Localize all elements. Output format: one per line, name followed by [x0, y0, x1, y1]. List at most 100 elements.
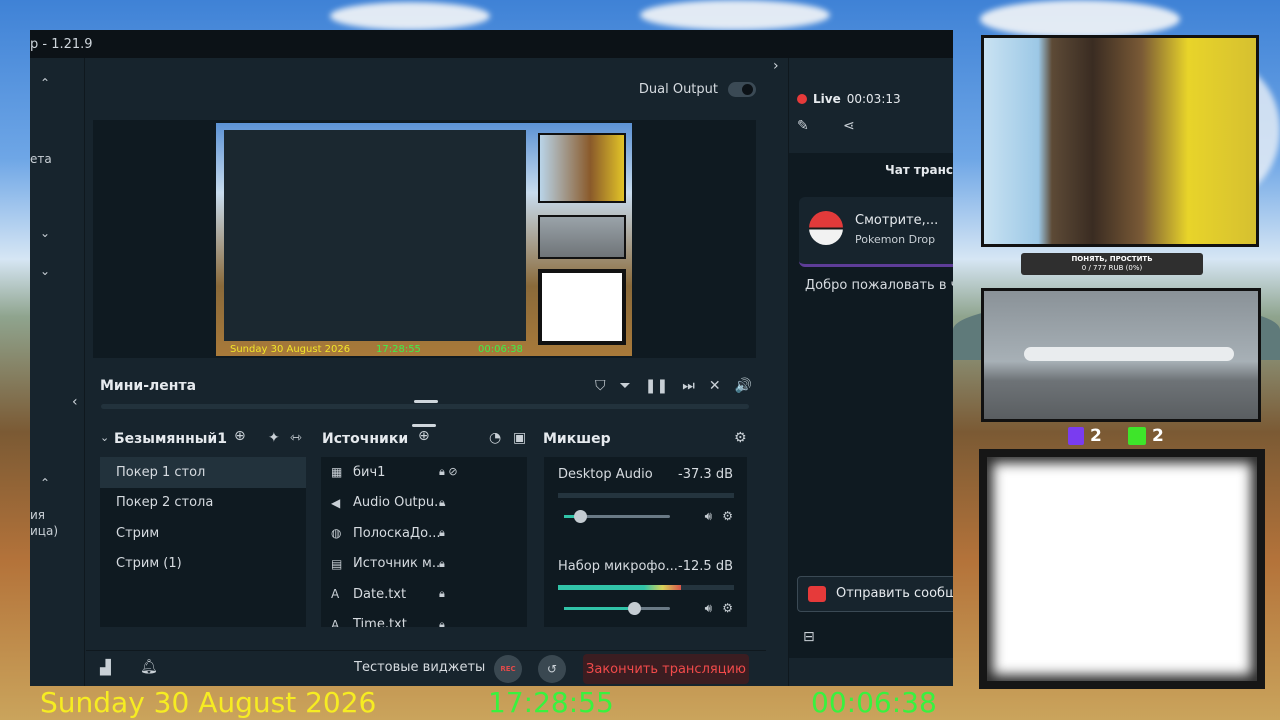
- lock-icon[interactable]: 🔒︎: [439, 496, 445, 510]
- source-item[interactable]: ▦ бич1 🔒︎ ⊘: [321, 457, 527, 488]
- preview-plane: [538, 215, 626, 259]
- rail-item[interactable]: ица): [30, 524, 58, 538]
- mini-feed-label: Мини-лента: [100, 378, 197, 394]
- globe-icon: ◍: [331, 526, 342, 541]
- volume-icon[interactable]: 🔊: [735, 378, 752, 394]
- scene-collection-name[interactable]: Безымянный1: [114, 431, 227, 447]
- rail-item[interactable]: ета: [30, 152, 52, 166]
- volume-slider[interactable]: [564, 510, 670, 523]
- volume-icon[interactable]: 🔊︎: [705, 601, 713, 616]
- source-list: ▦ бич1 🔒︎ ⊘ ◀ Audio Outpu... 🔒︎ ◍ ПолоскаДо..…: [321, 457, 527, 627]
- chevron-down-icon[interactable]: ⌄: [40, 264, 50, 278]
- twitch-icon: [1068, 427, 1084, 445]
- mini-feed-controls: ⛉ ⏷ ❚❚ ⏭ ✕ 🔊: [595, 378, 752, 394]
- live-duration: 00:03:13: [846, 92, 901, 106]
- slider-knob[interactable]: [628, 602, 641, 615]
- stream-preview[interactable]: Sunday 30 August 2026 17:28:55 00:06:38: [93, 120, 756, 358]
- record-button[interactable]: REC: [494, 655, 522, 683]
- plane-shape: [1024, 347, 1234, 361]
- pause-icon[interactable]: ❚❚: [645, 378, 668, 394]
- resize-handle[interactable]: [412, 424, 436, 427]
- share-icon[interactable]: ⋖: [843, 118, 855, 134]
- title-bar: p - 1.21.9: [30, 30, 953, 58]
- goal-title: ПОНЯТЬ, ПРОСТИТЬ: [1071, 255, 1153, 263]
- lock-icon[interactable]: 🔒︎: [439, 618, 445, 627]
- gear-icon[interactable]: ⚙: [734, 430, 747, 446]
- channel-name: Desktop Audio: [558, 467, 653, 482]
- signal-icon[interactable]: ◔: [489, 430, 501, 446]
- meter-fill: [558, 585, 682, 590]
- replay-icon[interactable]: ↺: [538, 655, 566, 683]
- sky-cloud: [980, 0, 1180, 38]
- source-item[interactable]: A Time.txt 🔒︎: [321, 610, 527, 627]
- white-frame-overlay: [979, 449, 1265, 689]
- chevron-up-icon[interactable]: ⌃: [40, 76, 50, 90]
- send-message-button[interactable]: Отправить сообщ: [797, 576, 953, 612]
- file-icon: ▤: [331, 556, 343, 571]
- volume-slider[interactable]: [564, 602, 670, 615]
- source-label: Audio Outpu...: [353, 495, 447, 511]
- preview-image: Sunday 30 August 2026 17:28:55 00:06:38: [216, 123, 632, 356]
- source-item[interactable]: A Date.txt 🔒︎: [321, 579, 527, 610]
- pencil-icon[interactable]: ✎: [797, 118, 809, 134]
- volume-icon[interactable]: 🔊︎: [705, 509, 713, 524]
- chevron-down-icon[interactable]: ⌄: [100, 431, 109, 444]
- kick-icon: [1128, 427, 1146, 445]
- chat-welcome: Добро пожаловать в ч: [805, 278, 953, 293]
- chevron-left-icon[interactable]: ‹: [72, 394, 78, 410]
- filter-icon[interactable]: ⏷: [620, 378, 631, 394]
- send-label: Отправить сообщ: [836, 586, 953, 601]
- scene-item[interactable]: Покер 2 стола: [100, 488, 306, 519]
- source-item[interactable]: ▤ Источник м... 🔒︎: [321, 549, 527, 580]
- mixer-title: Микшер: [543, 431, 611, 447]
- source-item[interactable]: ◍ ПолоскаДо... 🔒︎: [321, 518, 527, 549]
- chevron-right-icon[interactable]: ›: [773, 58, 779, 74]
- shield-icon[interactable]: ⛉: [595, 378, 606, 394]
- audio-meter: [558, 585, 734, 590]
- chat-title: Чат трансл: [885, 163, 953, 177]
- overlay-date: Sunday 30 August 2026: [40, 686, 377, 719]
- overlay-timer: 00:06:38: [811, 686, 937, 719]
- add-scene-icon[interactable]: ⊕: [234, 428, 246, 444]
- scene-item[interactable]: Покер 1 стол: [100, 457, 306, 488]
- pokemon-drop-card[interactable]: Смотрите,... Pokemon Drop: [799, 197, 953, 267]
- window-title: p - 1.21.9: [30, 37, 93, 52]
- goal-progress: 0 / 777 RUB (0%): [1081, 264, 1143, 272]
- skip-icon[interactable]: ⏭: [682, 378, 695, 394]
- end-stream-button[interactable]: Закончить трансляцию: [583, 654, 749, 684]
- bell-icon[interactable]: 🔔︎: [140, 659, 158, 675]
- chevron-up-icon[interactable]: ⌃: [40, 476, 50, 490]
- gear-icon[interactable]: ⚙: [722, 601, 733, 616]
- source-label: Date.txt: [353, 586, 407, 602]
- lock-icon[interactable]: 🔒︎: [439, 587, 445, 601]
- editor-pane: Dual Output Sunday 30 August 2026 17:28:…: [72, 58, 766, 686]
- bottom-bar: ▟ 🔔︎ Тестовые виджеты REC ↺ Закончить тр…: [86, 650, 766, 686]
- slider-knob[interactable]: [574, 510, 587, 523]
- live-label: Live: [813, 92, 841, 106]
- test-widgets-button[interactable]: Тестовые виджеты: [354, 660, 485, 675]
- mini-feed-scrollbar[interactable]: [101, 404, 749, 409]
- rail-item[interactable]: ия: [30, 508, 45, 522]
- gear-icon[interactable]: ⚙: [722, 509, 733, 524]
- channel-db: -37.3 dB: [678, 467, 733, 482]
- source-label: Источник м...: [353, 556, 445, 572]
- expand-icon[interactable]: ⇿: [290, 430, 302, 446]
- stats-icon[interactable]: ▟: [100, 660, 111, 676]
- scene-item[interactable]: Стрим (1): [100, 549, 306, 580]
- source-item[interactable]: ◀ Audio Outpu... 🔒︎: [321, 488, 527, 519]
- lock-icon[interactable]: 🔒︎ ⊘: [439, 465, 458, 479]
- sources-title: Источники: [322, 431, 409, 447]
- mute-icon[interactable]: ✕: [709, 378, 721, 394]
- transition-icon[interactable]: ✦: [268, 430, 280, 446]
- folder-icon[interactable]: ▣: [513, 430, 526, 446]
- robot-icon[interactable]: ⊟: [803, 629, 815, 645]
- scene-item[interactable]: Стрим: [100, 518, 306, 549]
- lock-icon[interactable]: 🔒︎: [439, 557, 445, 571]
- lock-icon[interactable]: 🔒︎: [439, 526, 445, 540]
- source-label: бич1: [353, 464, 386, 480]
- add-source-icon[interactable]: ⊕: [418, 428, 430, 444]
- dual-output-toggle[interactable]: [728, 82, 756, 97]
- chevron-down-icon[interactable]: ⌄: [40, 226, 50, 240]
- chat-pane: › Live 00:03:13 ✎ ⋖ Чат трансл Смотрите,…: [773, 58, 953, 686]
- webcam-overlay: [981, 35, 1259, 247]
